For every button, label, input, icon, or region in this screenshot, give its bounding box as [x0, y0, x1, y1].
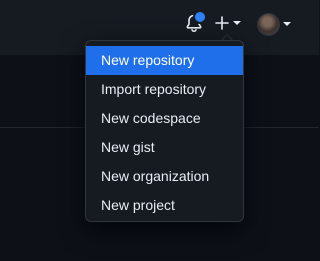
chevron-down-icon: [233, 21, 241, 25]
menu-item-new-repository[interactable]: New repository: [86, 46, 243, 75]
create-menu-list: New repository Import repository New cod…: [86, 46, 243, 220]
create-new-button[interactable]: [214, 12, 246, 34]
chevron-down-icon: [283, 22, 291, 26]
create-dropdown-menu: New repository Import repository New cod…: [85, 40, 244, 222]
menu-item-new-gist[interactable]: New gist: [86, 133, 243, 162]
unread-notification-dot: [193, 10, 207, 24]
plus-icon: [215, 16, 229, 30]
avatar: [257, 12, 280, 36]
notifications-button[interactable]: [182, 10, 207, 35]
menu-item-import-repository[interactable]: Import repository: [86, 75, 243, 104]
menu-item-new-codespace[interactable]: New codespace: [86, 104, 243, 133]
menu-item-new-project[interactable]: New project: [86, 191, 243, 220]
user-menu-button[interactable]: [257, 12, 297, 36]
menu-item-new-organization[interactable]: New organization: [86, 162, 243, 191]
